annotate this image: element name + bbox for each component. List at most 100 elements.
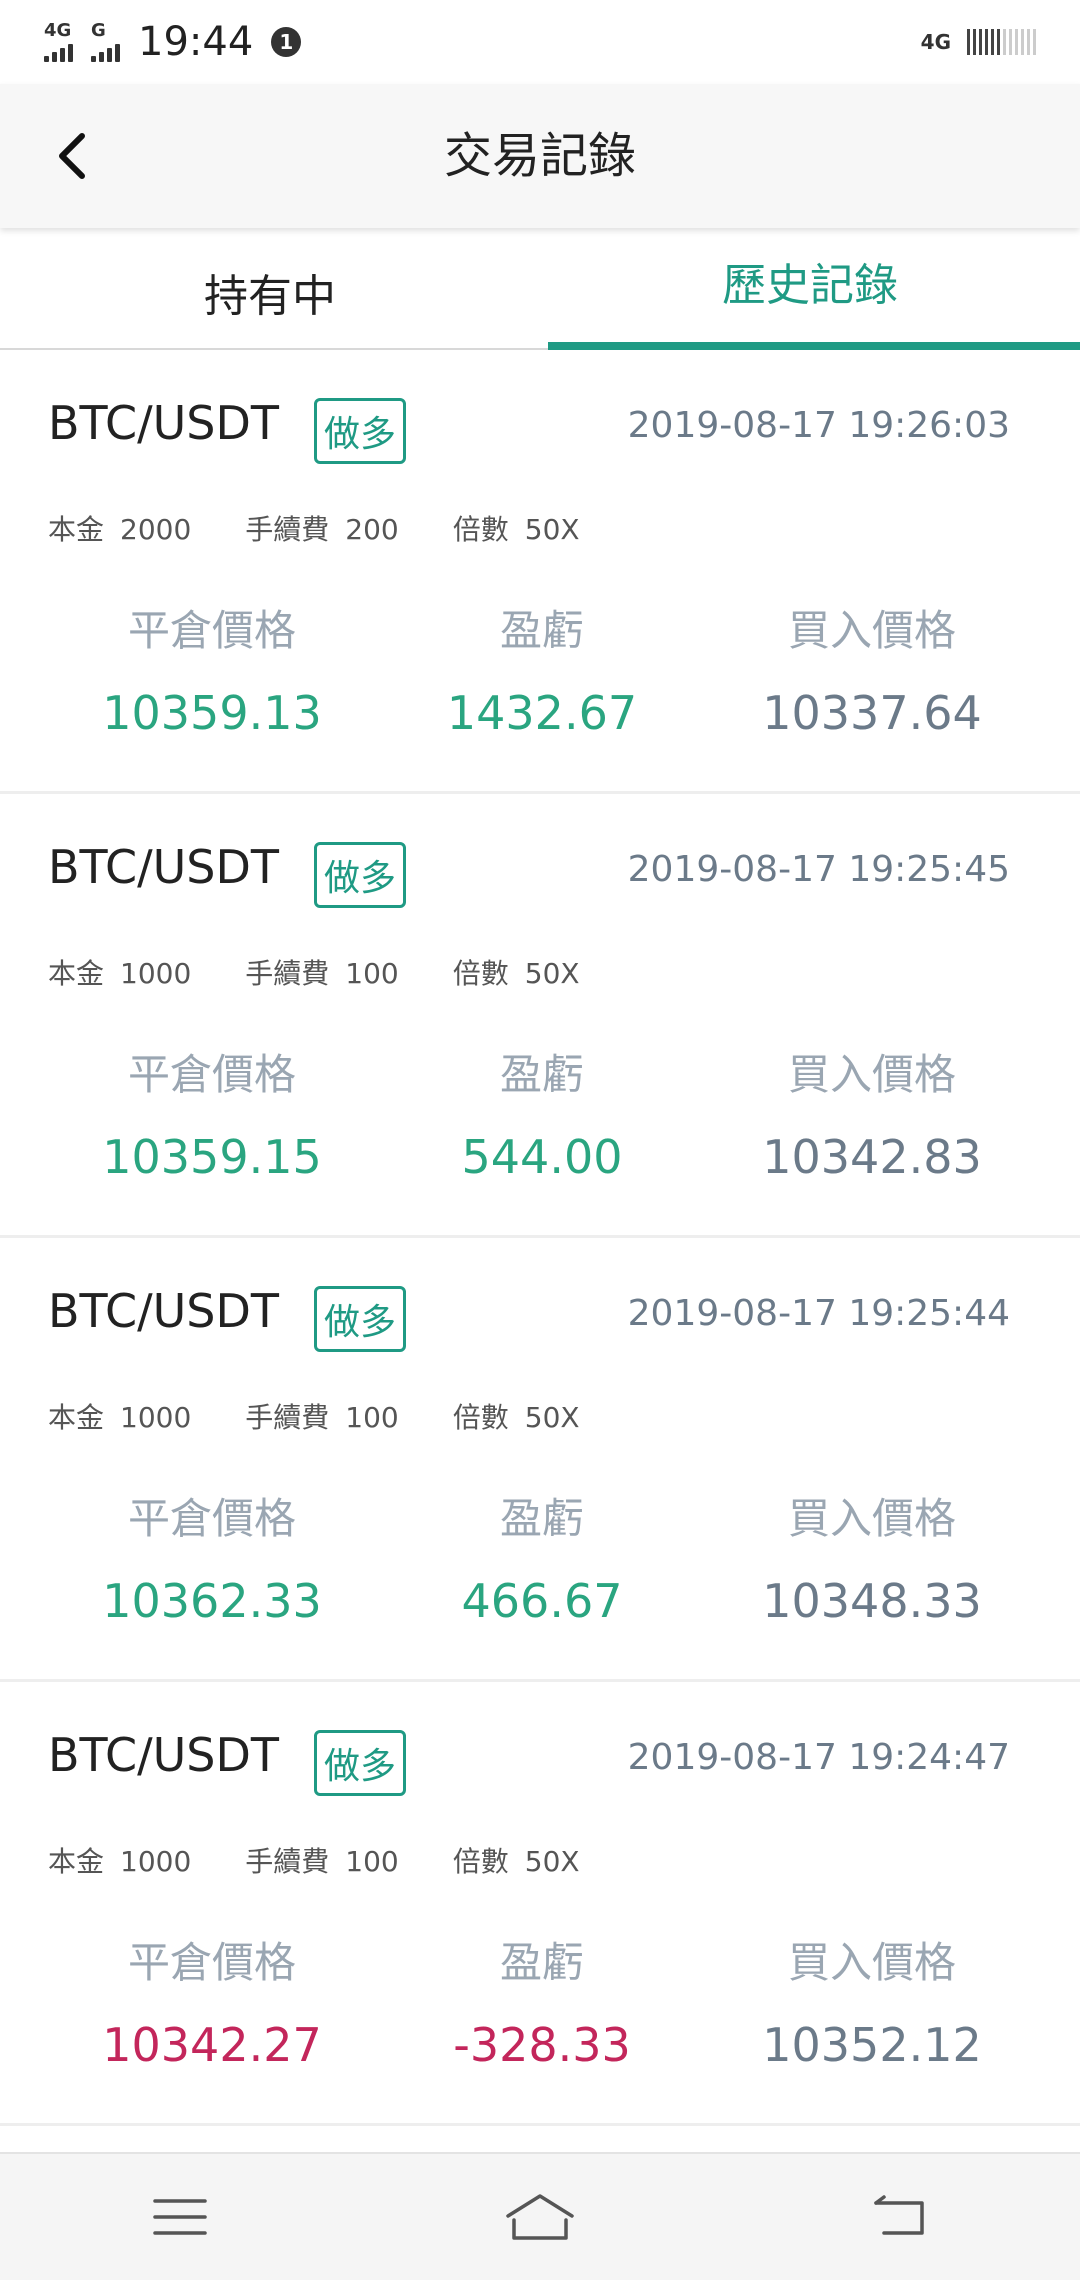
record-card[interactable]: BTC/USDT 做多 2019-08-17 19:24:47 本金 1000 …: [0, 1682, 1080, 2126]
close-price-label: 平倉價格: [127, 1494, 296, 1543]
signal-icon: [91, 42, 120, 62]
buy-price-stat: 買入價格 10337.64: [707, 606, 1037, 740]
record-timestamp: 2019-08-17 19:25:44: [627, 1293, 1010, 1334]
record-card[interactable]: BTC/USDT 做多 2019-08-17 19:26:03 本金 2000 …: [0, 350, 1080, 794]
record-stats: 平倉價格 10359.15 盈虧 544.00 買入價格 10342.83: [0, 1050, 1080, 1184]
side-badge: 做多: [314, 842, 406, 908]
close-price-label: 平倉價格: [127, 1938, 296, 1987]
side-badge: 做多: [314, 398, 406, 464]
leverage-value: 50X: [524, 957, 580, 990]
back-button[interactable]: [40, 124, 104, 188]
network-indicator-1: 4G: [44, 22, 73, 62]
menu-icon: [153, 2199, 207, 2235]
buy-price-value: 10342.83: [762, 1130, 982, 1184]
trading-pair: BTC/USDT: [48, 1284, 279, 1338]
buy-price-value: 10348.33: [762, 1574, 982, 1628]
buy-price-label: 買入價格: [787, 1494, 956, 1543]
principal-value: 1000: [120, 1401, 192, 1434]
leverage-value: 50X: [524, 1401, 580, 1434]
pnl-label: 盈虧: [499, 1050, 584, 1099]
close-price-value: 10359.15: [102, 1130, 322, 1184]
pnl-value: 544.00: [461, 1130, 623, 1184]
tab-history[interactable]: 歷史記錄: [540, 228, 1080, 350]
record-stats: 平倉價格 10362.33 盈虧 466.67 買入價格 10348.33: [0, 1494, 1080, 1628]
leverage-label: 倍數: [452, 1845, 509, 1878]
fee-label: 手續費: [245, 1845, 330, 1878]
record-card[interactable]: BTC/USDT 做多 2019-08-17 19:25:45 本金 1000 …: [0, 794, 1080, 1238]
record-stats: 平倉價格 10342.27 盈虧 -328.33 買入價格 10352.12: [0, 1938, 1080, 2072]
record-timestamp: 2019-08-17 19:26:03: [627, 405, 1010, 446]
close-price-label: 平倉價格: [127, 606, 296, 655]
record-stats: 平倉價格 10359.13 盈虧 1432.67 買入價格 10337.64: [0, 606, 1080, 740]
record-timestamp: 2019-08-17 19:25:45: [627, 849, 1010, 890]
status-left: 4G G 19:44 1: [44, 19, 302, 65]
pnl-label: 盈虧: [499, 1494, 584, 1543]
pnl-value: -328.33: [453, 2018, 631, 2072]
principal-label: 本金: [48, 1845, 105, 1878]
pnl-stat: 盈虧 1432.67: [377, 606, 707, 740]
pnl-value: 466.67: [461, 1574, 623, 1628]
buy-price-stat: 買入價格 10348.33: [707, 1494, 1037, 1628]
pnl-value: 1432.67: [446, 686, 638, 740]
buy-price-value: 10352.12: [762, 2018, 982, 2072]
leverage-label: 倍數: [452, 1401, 509, 1434]
fee-value: 100: [345, 1401, 399, 1434]
notification-badge: 1: [271, 27, 302, 57]
leverage-value: 50X: [524, 1845, 580, 1878]
record-meta: 本金 1000 手續費 100 倍數 50X: [48, 960, 634, 988]
buy-price-value: 10337.64: [762, 686, 982, 740]
record-meta: 本金 1000 手續費 100 倍數 50X: [48, 1848, 634, 1876]
home-button[interactable]: [480, 2167, 600, 2267]
leverage-label: 倍數: [452, 513, 509, 546]
fee-value: 200: [345, 513, 399, 546]
app-header: 交易記錄: [0, 84, 1080, 228]
clock: 19:44: [138, 19, 254, 65]
buy-price-label: 買入價格: [787, 1938, 956, 1987]
trading-pair: BTC/USDT: [48, 840, 279, 894]
close-price-label: 平倉價格: [127, 1050, 296, 1099]
trading-pair: BTC/USDT: [48, 1728, 279, 1782]
side-badge: 做多: [314, 1286, 406, 1352]
principal-value: 1000: [120, 1845, 192, 1878]
fee-label: 手續費: [245, 1401, 330, 1434]
buy-price-label: 買入價格: [787, 606, 956, 655]
close-price-value: 10342.27: [102, 2018, 322, 2072]
close-price-stat: 平倉價格 10342.27: [47, 1938, 377, 2072]
side-badge: 做多: [314, 1730, 406, 1796]
trading-pair: BTC/USDT: [48, 396, 279, 450]
close-price-stat: 平倉價格 10359.13: [47, 606, 377, 740]
record-meta: 本金 1000 手續費 100 倍數 50X: [48, 1404, 634, 1432]
bottom-nav: [0, 2152, 1080, 2280]
pnl-label: 盈虧: [499, 606, 584, 655]
leverage-value: 50X: [524, 513, 580, 546]
battery-icon: [967, 29, 1036, 55]
pnl-stat: 盈虧 -328.33: [377, 1942, 707, 2072]
record-timestamp: 2019-08-17 19:24:47: [627, 1737, 1010, 1778]
status-right: 4G: [921, 29, 1036, 55]
status-bar: 4G G 19:44 1 4G: [0, 0, 1080, 84]
menu-button[interactable]: [120, 2167, 240, 2267]
network-indicator-2: G: [91, 22, 120, 62]
fee-value: 100: [345, 957, 399, 990]
close-price-stat: 平倉價格 10362.33: [47, 1494, 377, 1625]
principal-label: 本金: [48, 957, 105, 990]
close-price-value: 10359.13: [102, 686, 322, 740]
close-price-stat: 平倉價格 10359.15: [47, 1050, 377, 1184]
network-label-right: 4G: [920, 30, 951, 54]
principal-label: 本金: [48, 1401, 105, 1434]
pnl-stat: 盈虧 466.67: [377, 1494, 707, 1628]
fee-label: 手續費: [245, 513, 330, 546]
system-back-button[interactable]: [840, 2167, 960, 2267]
principal-value: 2000: [120, 513, 192, 546]
fee-label: 手續費: [245, 957, 330, 990]
network-label-2: G: [91, 20, 106, 41]
fee-value: 100: [345, 1845, 399, 1878]
tab-bar: 持有中 歷史記錄: [0, 228, 1080, 350]
tab-holding[interactable]: 持有中: [0, 228, 540, 348]
chevron-left-icon: [59, 133, 85, 179]
page-title: 交易記錄: [443, 128, 636, 184]
record-card[interactable]: BTC/USDT 做多 2019-08-17 19:25:44 本金 1000 …: [0, 1238, 1080, 1682]
home-icon: [506, 2194, 574, 2240]
record-meta: 本金 2000 手續費 200 倍數 50X: [48, 516, 634, 544]
pnl-stat: 盈虧 544.00: [377, 1050, 707, 1184]
